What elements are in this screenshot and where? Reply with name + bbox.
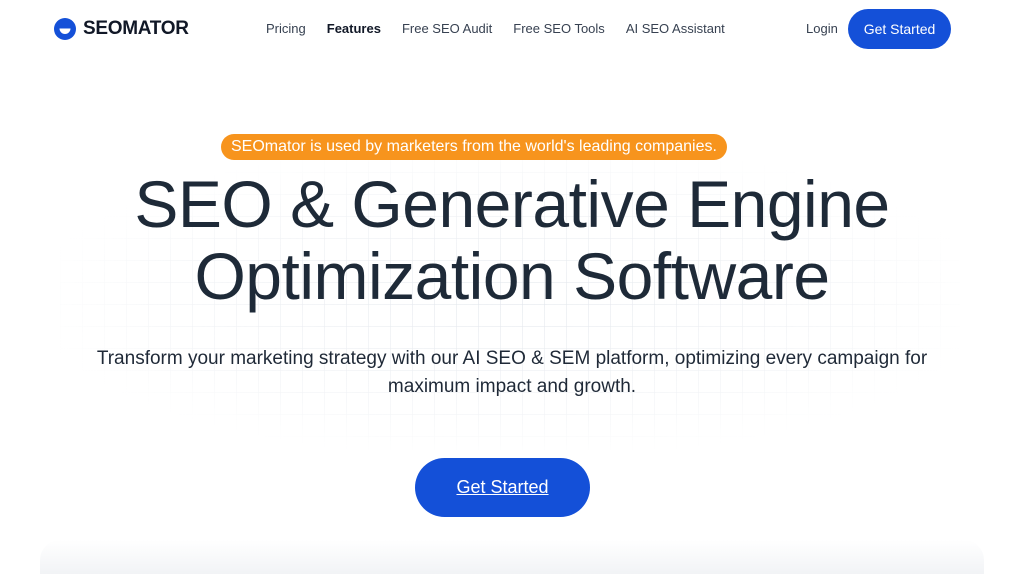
brand-name: SEOMATOR	[83, 18, 189, 39]
trust-badge: SEOmator is used by marketers from the w…	[221, 134, 727, 160]
main-nav: Pricing Features Free SEO Audit Free SEO…	[266, 21, 746, 36]
login-link[interactable]: Login	[806, 21, 838, 36]
nav-item-features[interactable]: Features	[327, 21, 381, 36]
next-section-edge	[40, 540, 984, 574]
hero-subtitle: Transform your marketing strategy with o…	[96, 348, 928, 397]
hero-title-line-1: SEO & Generative Engine	[134, 167, 890, 241]
seomator-logo-icon	[54, 18, 76, 40]
logo-link[interactable]: SEOMATOR	[54, 18, 189, 40]
nav-item-free-seo-audit[interactable]: Free SEO Audit	[402, 21, 492, 36]
site-header: SEOMATOR Pricing Features Free SEO Audit…	[0, 0, 1024, 60]
nav-item-free-seo-tools[interactable]: Free SEO Tools	[513, 21, 605, 36]
hero-title-line-2: Optimization Software	[194, 239, 830, 313]
nav-item-ai-seo-assistant[interactable]: AI SEO Assistant	[626, 21, 725, 36]
hero-get-started-button[interactable]: Get Started	[415, 458, 590, 517]
nav-item-pricing[interactable]: Pricing	[266, 21, 306, 36]
page: SEOMATOR Pricing Features Free SEO Audit…	[0, 0, 1024, 574]
hero-title: SEO & Generative Engine Optimization Sof…	[0, 168, 1024, 312]
header-get-started-button[interactable]: Get Started	[848, 9, 951, 49]
